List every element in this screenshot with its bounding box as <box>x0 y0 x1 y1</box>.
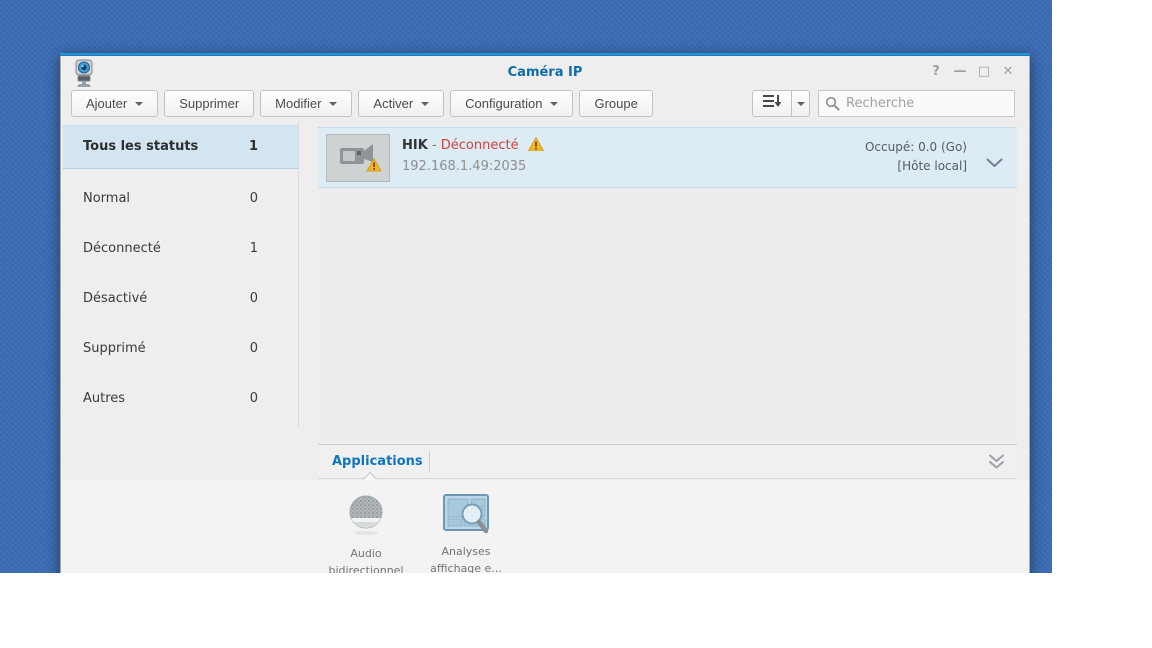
display-analytics-icon <box>442 492 490 540</box>
window-controls: ? — □ ✕ <box>927 63 1017 81</box>
camera-right-info: Occupé: 0.0 (Go) [Hôte local] <box>865 138 967 176</box>
caret-down-icon <box>135 101 144 106</box>
window-title: Caméra IP <box>507 65 583 80</box>
sidebar-item-label: Autres <box>83 391 126 406</box>
sidebar-item-all-statuses[interactable]: Tous les statuts 1 <box>63 125 298 169</box>
camera-list-panel: HIK - Déconnecté 192.168.1.49:2035 Occup… <box>318 123 1017 444</box>
applications-tab[interactable]: Applications <box>318 445 437 478</box>
sidebar-item-normal[interactable]: Normal 0 <box>63 174 298 224</box>
app-audio-bidirectional[interactable]: Audio bidirectionnel <box>312 492 420 573</box>
sidebar-item-label: Normal <box>83 191 131 206</box>
configuration-button-label: Configuration <box>465 96 543 111</box>
sidebar-item-label: Déconnecté <box>83 241 161 256</box>
toolbar-right-group <box>752 90 1015 117</box>
app-label-line1: Analyses <box>441 545 491 558</box>
microphone-icon <box>344 492 388 540</box>
caret-down-icon <box>796 101 805 106</box>
delete-button-label: Supprimer <box>179 96 240 111</box>
toolbar-button-group: Ajouter Supprimer Modifier Activer Confi… <box>71 90 653 117</box>
screen: Caméra IP ? — □ ✕ Ajouter Supprimer Modi… <box>0 0 1152 648</box>
edit-button[interactable]: Modifier <box>260 90 353 117</box>
enable-button-label: Activer <box>373 96 414 111</box>
maximize-icon[interactable]: □ <box>975 63 993 81</box>
camera-address: 192.168.1.49:2035 <box>402 159 527 174</box>
search-input[interactable] <box>818 90 1015 117</box>
sidebar-item-count: 0 <box>249 191 258 206</box>
sidebar-item-count: 0 <box>249 291 258 306</box>
camera-info: HIK - Déconnecté 192.168.1.49:2035 <box>402 136 544 174</box>
status-sidebar: Tous les statuts 1 Normal 0 Déconnecté 1… <box>63 121 299 427</box>
titlebar: Caméra IP ? — □ ✕ <box>61 56 1029 89</box>
warning-icon <box>527 136 544 155</box>
group-button-label: Groupe <box>594 96 638 111</box>
caret-down-icon <box>421 101 430 106</box>
sidebar-item-others[interactable]: Autres 0 <box>63 374 298 424</box>
sidebar-item-label: Tous les statuts <box>83 139 199 154</box>
ip-camera-app-icon <box>73 59 95 93</box>
delete-button[interactable]: Supprimer <box>164 90 255 117</box>
camera-separator: - <box>431 138 437 153</box>
collapse-double-chevron-icon[interactable] <box>988 454 1005 474</box>
sidebar-item-disconnected[interactable]: Déconnecté 1 <box>63 224 298 274</box>
add-button[interactable]: Ajouter <box>71 90 159 117</box>
applications-separator <box>429 451 430 473</box>
group-button[interactable]: Groupe <box>579 90 653 117</box>
camera-usage: Occupé: 0.0 (Go) <box>864 140 967 154</box>
camera-host: [Hôte local] <box>897 159 967 173</box>
sidebar-item-count: 0 <box>249 391 258 406</box>
toolbar: Ajouter Supprimer Modifier Activer Confi… <box>61 89 1029 119</box>
minimize-icon[interactable]: — <box>951 63 969 81</box>
app-label-line2: bidirectionnel <box>328 564 404 573</box>
close-icon[interactable]: ✕ <box>999 63 1017 81</box>
sort-icon <box>763 95 782 107</box>
app-label-line1: Audio <box>350 547 382 560</box>
app-label-line2: affichage e... <box>430 562 502 573</box>
sidebar-item-count: 1 <box>249 241 258 256</box>
applications-area: Audio bidirectionnel Analyses affichage … <box>62 480 1029 573</box>
enable-button[interactable]: Activer <box>358 90 445 117</box>
caret-down-icon <box>550 101 559 106</box>
app-display-analytics[interactable]: Analyses affichage e... <box>412 492 520 573</box>
camera-status: Déconnecté <box>440 138 519 153</box>
add-button-label: Ajouter <box>86 96 128 111</box>
camera-title-line: HIK - Déconnecté <box>402 136 544 157</box>
configuration-button[interactable]: Configuration <box>450 90 574 117</box>
search-icon <box>825 96 840 115</box>
camera-name: HIK <box>402 138 428 153</box>
applications-tab-label: Applications <box>332 454 423 469</box>
sidebar-item-label: Désactivé <box>83 291 148 306</box>
caret-down-icon <box>329 101 338 106</box>
camera-thumbnail <box>326 134 390 182</box>
sidebar-item-count: 1 <box>248 139 258 154</box>
sort-button[interactable] <box>752 90 792 117</box>
sidebar-item-count: 0 <box>249 341 258 356</box>
applications-bar: Applications <box>318 444 1017 487</box>
camera-row[interactable]: HIK - Déconnecté 192.168.1.49:2035 Occup… <box>318 127 1017 188</box>
camera-ip-window: Caméra IP ? — □ ✕ Ajouter Supprimer Modi… <box>60 53 1030 573</box>
row-expand-chevron-icon[interactable] <box>986 153 1003 172</box>
sidebar-item-label: Supprimé <box>83 341 146 356</box>
edit-button-label: Modifier <box>275 96 322 111</box>
sort-options-dropdown[interactable] <box>792 90 810 117</box>
sidebar-item-disabled[interactable]: Désactivé 0 <box>63 274 298 324</box>
help-icon[interactable]: ? <box>927 63 945 81</box>
desktop-background: Caméra IP ? — □ ✕ Ajouter Supprimer Modi… <box>0 0 1052 573</box>
sidebar-item-deleted[interactable]: Supprimé 0 <box>63 324 298 374</box>
search-box <box>818 90 1015 117</box>
